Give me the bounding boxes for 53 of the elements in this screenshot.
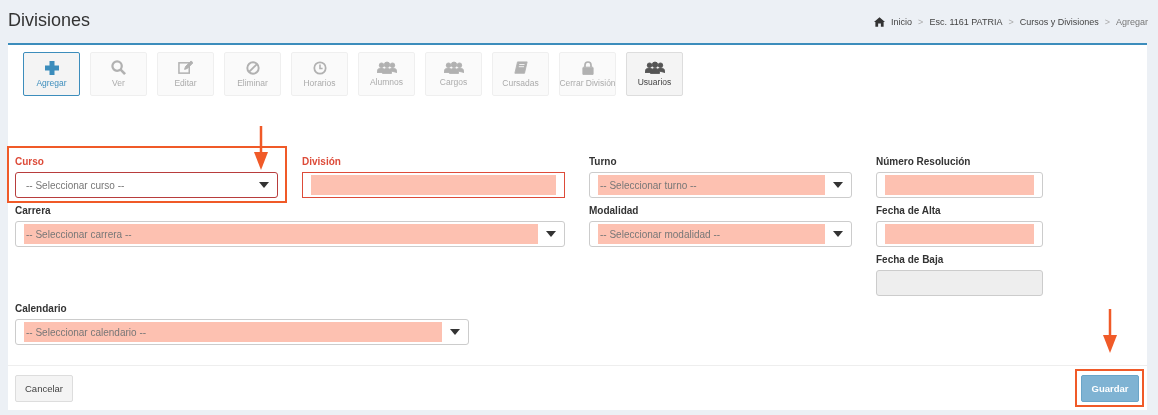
page-title: Divisiones	[8, 9, 91, 32]
placeholder-text: -- Seleccionar curso --	[25, 179, 125, 191]
placeholder-text: -- Seleccionar carrera --	[25, 228, 132, 240]
breadcrumb-item[interactable]: Esc. 1161 PATRIA	[929, 16, 1003, 27]
input-field[interactable]	[876, 221, 1043, 247]
home-icon	[874, 16, 886, 27]
placeholder-text: -- Seleccionar modalidad --	[599, 228, 721, 240]
field-label: Calendario	[15, 302, 68, 316]
toolbar-button[interactable]: Agregar	[23, 52, 80, 96]
breadcrumb-separator: >	[1104, 16, 1110, 27]
lock-icon	[581, 60, 594, 75]
breadcrumb-item: Agregar	[1115, 16, 1148, 27]
caret-icon	[833, 182, 843, 188]
users-icon	[644, 61, 665, 74]
field-label: Fecha de Alta	[876, 204, 942, 218]
users-icon	[376, 61, 397, 74]
callout-arrow	[251, 126, 271, 170]
breadcrumb-item[interactable]: Inicio	[891, 16, 913, 27]
breadcrumb-separator: >	[918, 16, 924, 27]
input-field[interactable]	[876, 172, 1043, 198]
edit-icon	[178, 60, 193, 75]
breadcrumb-item[interactable]: Cursos y Divisiones	[1019, 16, 1099, 27]
placeholder-text: -- Seleccionar calendario --	[25, 326, 147, 338]
save-button[interactable]: Guardar	[1081, 374, 1139, 402]
callout-box	[1075, 368, 1144, 407]
input-field[interactable]	[302, 172, 565, 198]
placeholder-text: -- Seleccionar turno --	[599, 179, 697, 191]
field-label: Carrera	[15, 204, 52, 218]
cancel-button[interactable]: Cancelar	[15, 374, 74, 402]
caret-icon	[259, 182, 269, 188]
breadcrumb-separator: >	[1008, 16, 1014, 27]
book-icon	[513, 60, 528, 75]
ban-icon	[245, 60, 260, 75]
field-label: División	[302, 155, 342, 169]
field-label: Fecha de Baja	[876, 253, 945, 267]
select-field[interactable]: -- Seleccionar turno --	[589, 172, 852, 198]
caret-icon	[450, 329, 460, 335]
caret-icon	[546, 231, 556, 237]
select-field[interactable]: -- Seleccionar curso --	[15, 172, 278, 198]
caret-icon	[833, 231, 843, 237]
plus-icon	[44, 60, 59, 75]
toolbar-button[interactable]: Usuarios	[626, 52, 683, 96]
users-icon	[443, 61, 464, 74]
field-label: Curso	[15, 155, 45, 169]
callout-arrow	[1100, 308, 1120, 353]
select-field[interactable]: -- Seleccionar calendario --	[15, 319, 469, 345]
field-label: Turno	[589, 155, 618, 169]
select-field[interactable]: -- Seleccionar carrera --	[15, 221, 565, 247]
select-field[interactable]: -- Seleccionar modalidad --	[589, 221, 852, 247]
clock-icon	[312, 60, 327, 75]
field-label: Modalidad	[589, 204, 640, 218]
search-icon	[111, 60, 126, 75]
field-label: Número Resolución	[876, 155, 972, 169]
